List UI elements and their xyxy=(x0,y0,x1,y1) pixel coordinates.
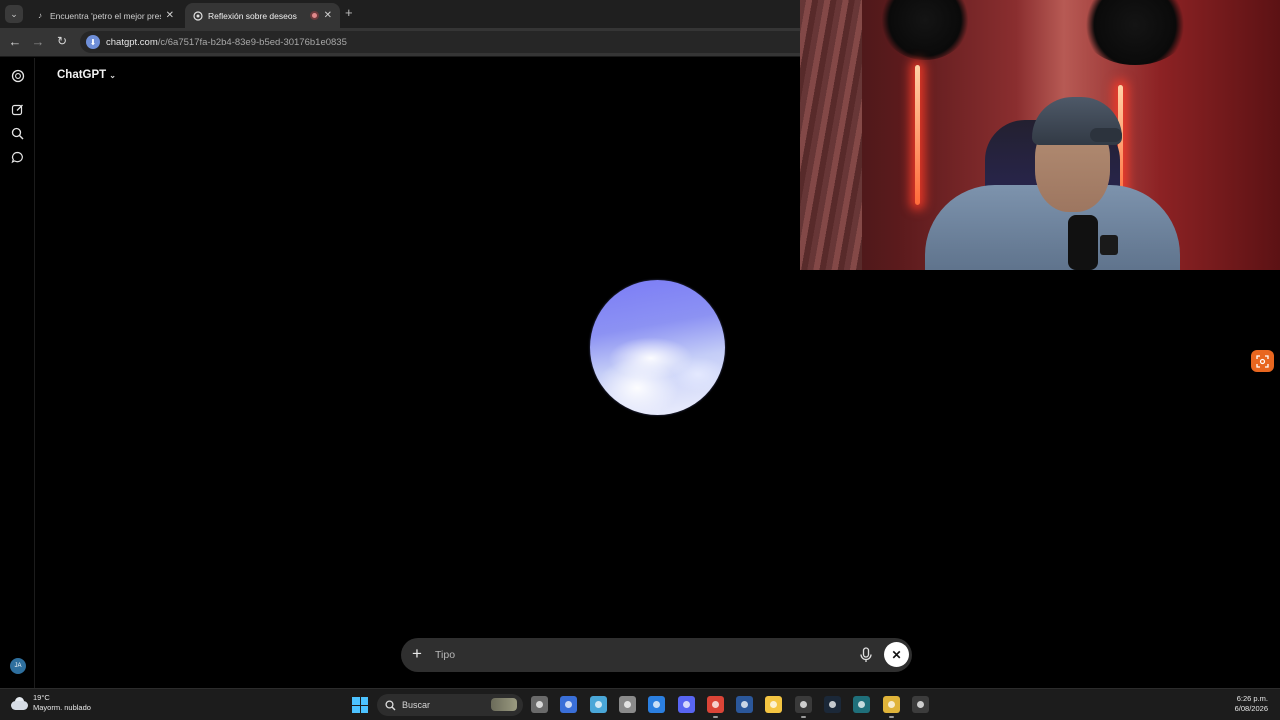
back-arrow-icon[interactable]: ← xyxy=(7,34,23,49)
task-view-taskbar-button[interactable] xyxy=(531,696,548,713)
model-selector[interactable]: ChatGPT ⌄ xyxy=(57,69,116,81)
settings-taskbar-button[interactable] xyxy=(619,696,636,713)
site-info-icon[interactable]: ⬇ xyxy=(86,35,100,49)
url-path: /c/6a7517fa-b2b4-83e9-b5ed-30176b1e0835 xyxy=(157,36,347,48)
webcam-red-lamp xyxy=(915,65,920,205)
folder-icon xyxy=(770,701,777,708)
taskbar-search[interactable]: Buscar xyxy=(377,694,523,716)
voice-mode-orb xyxy=(590,280,725,415)
word-taskbar-button[interactable] xyxy=(736,696,753,713)
address-bar[interactable]: ⬇ chatgpt.com/c/6a7517fa-b2b4-83e9-b5ed-… xyxy=(80,31,800,53)
webcam-mic-arm xyxy=(1100,235,1118,255)
pencil-icon xyxy=(888,701,895,708)
app-blue-taskbar-button[interactable] xyxy=(853,696,870,713)
shield-icon xyxy=(653,701,660,708)
gear-icon xyxy=(624,701,631,708)
windows-start-icon[interactable] xyxy=(352,697,368,713)
webcam-plant xyxy=(880,0,970,60)
model-label: ChatGPT xyxy=(57,69,107,81)
task-view-icon xyxy=(536,701,543,708)
webcam-plant xyxy=(1080,0,1190,65)
chats-icon[interactable] xyxy=(9,149,26,166)
sidebar: JA xyxy=(0,58,35,688)
steam-taskbar-button[interactable] xyxy=(824,696,841,713)
search-highlight-image xyxy=(491,698,517,711)
tab-close-icon[interactable]: ✕ xyxy=(324,10,332,21)
running-indicator xyxy=(801,716,806,718)
cloudy-weather-icon xyxy=(10,696,28,710)
recording-indicator-icon xyxy=(309,11,319,20)
search-icon[interactable] xyxy=(9,125,26,142)
app-icon xyxy=(858,701,865,708)
clock-date: 6/08/2026 xyxy=(1234,704,1268,713)
tab-tiktok-search[interactable]: ♪ Encuentra 'petro el mejor presi ✕ xyxy=(27,3,182,28)
webcam-overlay xyxy=(800,0,1280,270)
word-icon xyxy=(741,701,748,708)
end-voice-button[interactable]: ✕ xyxy=(884,642,909,667)
file-explorer-taskbar-button[interactable] xyxy=(765,696,782,713)
browser-toolbar: ← → ↻ ⬇ chatgpt.com/c/6a7517fa-b2b4-83e9… xyxy=(0,28,800,57)
defender-taskbar-button[interactable] xyxy=(648,696,665,713)
chrome-icon xyxy=(712,701,719,708)
tab-search-button[interactable]: ⌄ xyxy=(5,5,23,23)
chatgpt-icon xyxy=(800,701,807,708)
chrome-taskbar-button[interactable] xyxy=(707,696,724,718)
screenshot-extension-icon[interactable] xyxy=(1251,350,1274,372)
tab-chatgpt-active[interactable]: Reflexión sobre deseos ✕ xyxy=(185,3,340,28)
webcam-curtain xyxy=(800,0,862,270)
app-yellow-taskbar-button[interactable] xyxy=(883,696,900,718)
chevron-down-icon: ⌄ xyxy=(109,71,116,80)
new-chat-icon[interactable] xyxy=(9,101,26,118)
avatar[interactable]: JA xyxy=(10,658,26,674)
tiktok-icon: ♪ xyxy=(38,11,42,20)
tab-close-icon[interactable]: ✕ xyxy=(166,10,174,21)
microphone-icon[interactable] xyxy=(859,647,873,663)
weather-text: 19°C Mayorm. nublado xyxy=(33,693,91,713)
photos-icon xyxy=(595,701,602,708)
tab-title: Reflexión sobre deseos xyxy=(208,10,297,21)
browser-tabstrip: ⌄ ♪ Encuentra 'petro el mejor presi ✕ Re… xyxy=(0,0,800,28)
chatgpt-favicon-icon xyxy=(193,10,203,21)
chatgpt-taskbar-button[interactable] xyxy=(795,696,812,718)
weather-desc: Mayorm. nublado xyxy=(33,703,91,712)
new-tab-button[interactable]: + xyxy=(345,5,353,20)
add-attachment-icon[interactable]: + xyxy=(412,645,422,663)
weather-temp: 19°C xyxy=(33,693,50,702)
tab-title: Encuentra 'petro el mejor presi xyxy=(50,10,161,21)
url-text: chatgpt.com/c/6a7517fa-b2b4-83e9-b5ed-30… xyxy=(106,37,347,48)
search-label: Buscar xyxy=(402,700,431,710)
microsoft-store-taskbar-button[interactable] xyxy=(560,696,577,713)
running-indicator xyxy=(713,716,718,718)
photos-taskbar-button[interactable] xyxy=(590,696,607,713)
discord-icon xyxy=(683,701,690,708)
search-icon xyxy=(385,699,396,710)
steam-icon xyxy=(829,701,836,708)
forward-arrow-icon[interactable]: → xyxy=(30,34,46,49)
system-clock[interactable]: 6:26 p.m. 6/08/2026 xyxy=(1235,694,1268,714)
running-indicator xyxy=(889,716,894,718)
openai-logo-icon[interactable] xyxy=(9,67,26,84)
store-icon xyxy=(565,701,572,708)
weather-widget[interactable]: 19°C Mayorm. nublado xyxy=(10,693,91,713)
play-icon xyxy=(917,701,924,708)
clock-time: 6:26 p.m. xyxy=(1236,694,1268,703)
taskbar: 19°C Mayorm. nublado Buscar 6:26 p.m. 6/… xyxy=(0,688,1280,720)
message-input[interactable] xyxy=(435,647,835,663)
discord-taskbar-button[interactable] xyxy=(678,696,695,713)
media-player-taskbar-button[interactable] xyxy=(912,696,929,713)
webcam-cap-brim xyxy=(1090,128,1122,142)
composer: + ✕ xyxy=(401,638,912,672)
url-host: chatgpt.com xyxy=(106,36,158,48)
reload-icon[interactable]: ↻ xyxy=(54,34,70,48)
webcam-microphone xyxy=(1068,215,1098,270)
